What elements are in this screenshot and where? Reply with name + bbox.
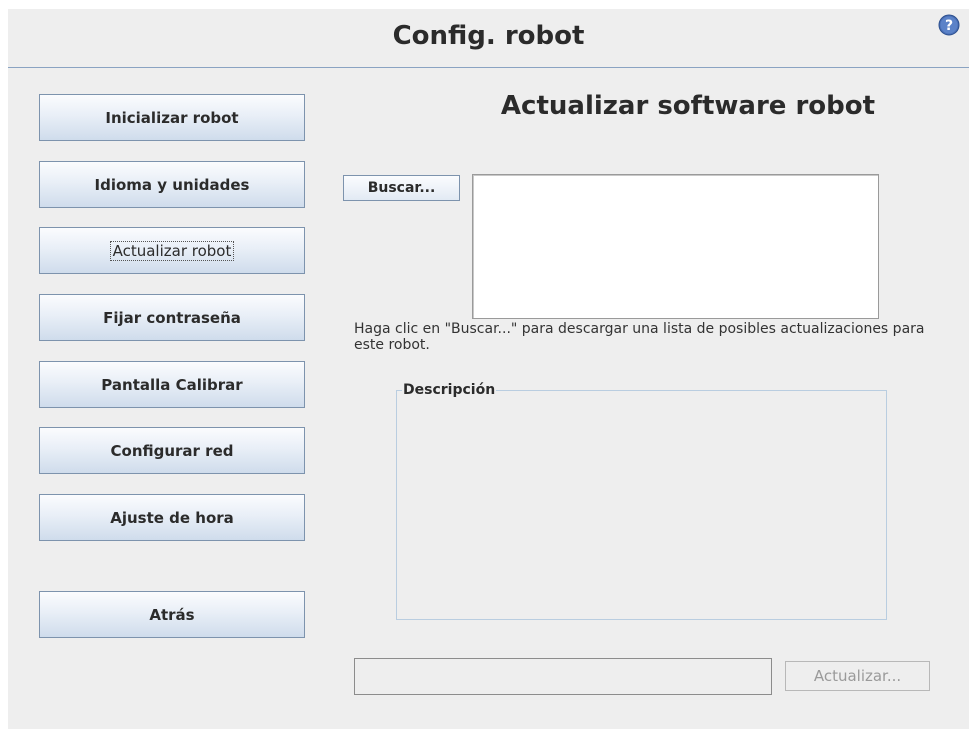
sidebar-item-label: Configurar red [110, 441, 234, 460]
section-title: Actualizar software robot [500, 91, 876, 121]
svg-text:?: ? [945, 18, 953, 34]
sidebar-item-idioma-unidades[interactable]: Idioma y unidades [39, 161, 305, 208]
sidebar-item-pantalla-calibrar[interactable]: Pantalla Calibrar [39, 361, 305, 408]
sidebar-item-label: Actualizar robot [109, 240, 235, 261]
update-file-field[interactable] [354, 658, 772, 695]
page-title: Config. robot [392, 21, 585, 51]
back-button-label: Atrás [149, 605, 195, 624]
sidebar-item-configurar-red[interactable]: Configurar red [39, 427, 305, 474]
sidebar-item-label: Ajuste de hora [110, 508, 234, 527]
sidebar-item-actualizar-robot[interactable]: Actualizar robot [39, 227, 305, 274]
back-button[interactable]: Atrás [39, 591, 305, 638]
description-panel [396, 390, 887, 620]
search-button[interactable]: Buscar... [343, 175, 460, 201]
sidebar-item-inicializar-robot[interactable]: Inicializar robot [39, 94, 305, 141]
sidebar-item-label: Inicializar robot [105, 108, 239, 127]
config-robot-window: Config. robot ? Inicializar robot Idioma… [8, 9, 969, 729]
update-button[interactable]: Actualizar... [785, 661, 930, 691]
description-legend: Descripción [402, 382, 497, 398]
search-hint: Haga clic en "Buscar..." para descargar … [354, 321, 925, 353]
header: Config. robot ? [8, 9, 969, 68]
sidebar-item-label: Fijar contraseña [103, 308, 241, 327]
help-icon[interactable]: ? [938, 14, 960, 36]
sidebar-item-fijar-contrasena[interactable]: Fijar contraseña [39, 294, 305, 341]
sidebar-item-label: Idioma y unidades [94, 175, 250, 194]
updates-list[interactable] [472, 174, 879, 319]
sidebar-item-label: Pantalla Calibrar [101, 375, 243, 394]
sidebar-item-ajuste-hora[interactable]: Ajuste de hora [39, 494, 305, 541]
